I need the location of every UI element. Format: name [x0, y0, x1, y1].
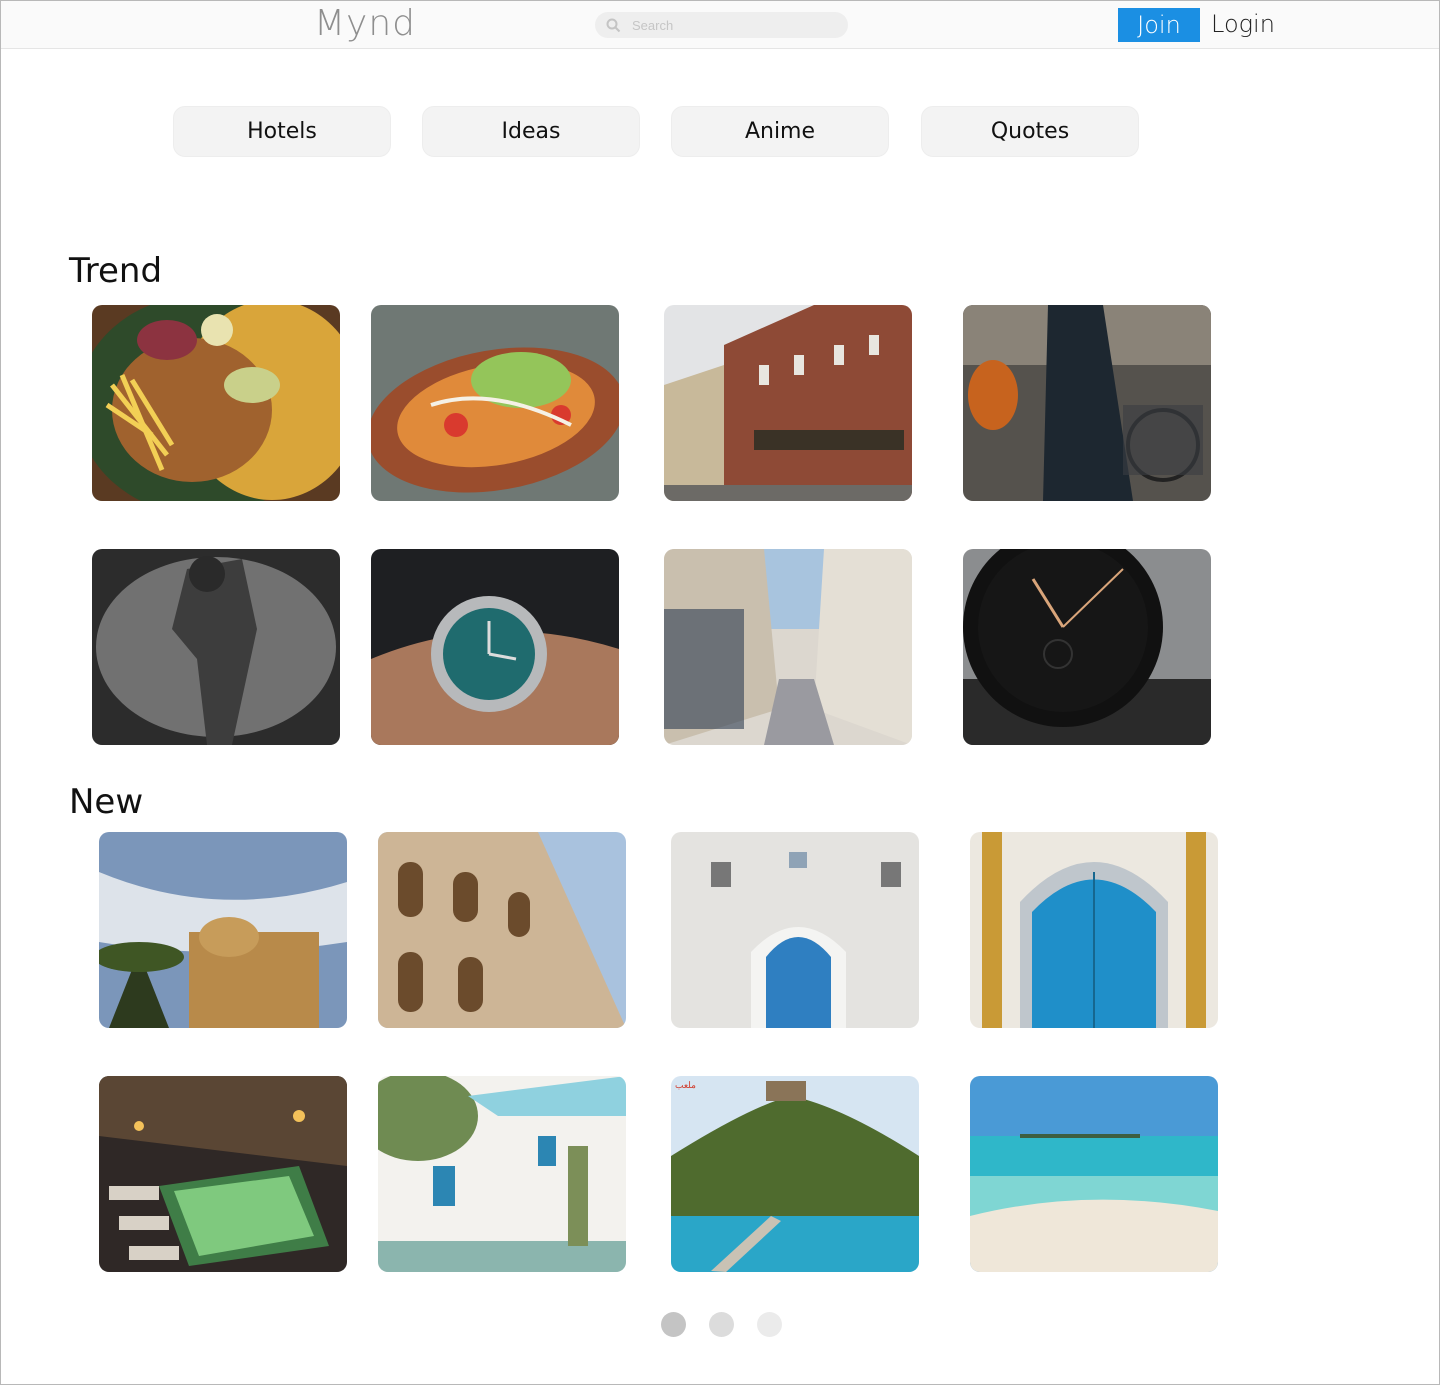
green-watch-image[interactable]: [371, 549, 619, 745]
join-button[interactable]: Join: [1118, 8, 1200, 42]
paris-street-image[interactable]: [664, 549, 912, 745]
food-plate-image[interactable]: [92, 305, 340, 501]
category-anime-button[interactable]: Anime: [671, 106, 889, 157]
ornate-blue-door-image[interactable]: [970, 832, 1218, 1028]
colosseum-image[interactable]: [378, 832, 626, 1028]
search-bar[interactable]: [595, 12, 848, 38]
category-ideas-button[interactable]: Ideas: [422, 106, 640, 157]
pagination-dot-2[interactable]: [709, 1312, 734, 1337]
athlete-image[interactable]: [92, 549, 340, 745]
stuffed-potato-image[interactable]: [371, 305, 619, 501]
tropical-beach-image[interactable]: [970, 1076, 1218, 1272]
blue-door-wall-image[interactable]: [671, 832, 919, 1028]
category-hotels-button[interactable]: Hotels: [173, 106, 391, 157]
desert-fort-image[interactable]: [99, 832, 347, 1028]
login-link[interactable]: Login: [1211, 10, 1275, 38]
page-frame: Mynd Join Login Hotels Ideas Anime Quote…: [0, 0, 1440, 1385]
lit-pool-courtyard-image[interactable]: [99, 1076, 347, 1272]
svg-text:ملعب: ملعب: [675, 1080, 696, 1090]
pagination-dot-1[interactable]: [661, 1312, 686, 1337]
brick-street-image[interactable]: [664, 305, 912, 501]
pagination-dot-3[interactable]: [757, 1312, 782, 1337]
new-section-title: New: [69, 782, 144, 822]
hill-fortress-coast-image[interactable]: ملعب: [671, 1076, 919, 1272]
street-fashion-image[interactable]: [963, 305, 1211, 501]
top-navbar: Mynd Join Login: [1, 1, 1439, 49]
black-watch-image[interactable]: [963, 549, 1211, 745]
logo[interactable]: Mynd: [314, 3, 416, 44]
white-house-pool-image[interactable]: [378, 1076, 626, 1272]
category-quotes-button[interactable]: Quotes: [921, 106, 1139, 157]
search-input[interactable]: [630, 16, 834, 34]
search-icon: [606, 18, 621, 32]
trend-section-title: Trend: [69, 251, 163, 291]
